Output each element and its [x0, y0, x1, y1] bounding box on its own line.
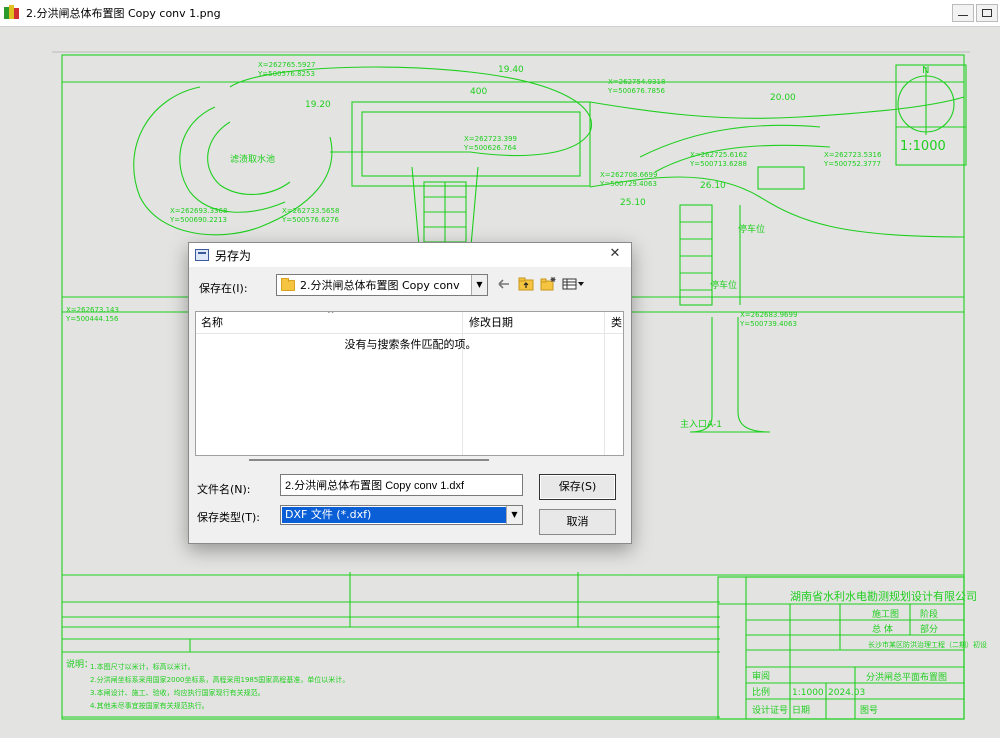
coord-label: Y=500752.3777 [823, 160, 881, 168]
cancel-button[interactable]: 取消 [539, 509, 616, 535]
part-label: 部分 [920, 623, 938, 635]
save-in-value: 2.分洪闸总体布置图 Copy conv [300, 279, 460, 292]
note-line: 4.其他未尽事宜按国家有关规范执行。 [90, 701, 209, 710]
coord-label: X=262693.3368 [170, 207, 227, 215]
app-titlebar: 2.分洪闸总体布置图 Copy conv 1.png [0, 0, 1000, 27]
part-value: 总 体 [872, 623, 893, 635]
coord-label: Y=500676.7856 [607, 87, 665, 95]
notes-heading: 说明： [66, 658, 93, 670]
dialog-titlebar: 另存为 ✕ [189, 243, 631, 267]
stage-value: 施工图 [872, 608, 899, 620]
date-value: 2024.03 [828, 688, 865, 698]
empty-message: 没有与搜索条件匹配的项。 [344, 338, 477, 351]
coord-label: Y=500576.8253 [257, 70, 315, 78]
coord-label: Y=500576.6276 [281, 216, 339, 224]
entrance-label: 主入口A-1 [680, 418, 722, 430]
dim-label: 25.10 [620, 198, 646, 208]
chevron-down-icon[interactable]: ▼ [506, 506, 522, 524]
minimize-icon [958, 15, 968, 16]
filetype-dropdown[interactable]: DXF 文件 (*.dxf) ▼ [280, 505, 523, 525]
dim-label: 26.10 [700, 181, 726, 191]
up-folder-icon[interactable] [518, 276, 534, 292]
save-dialog-icon [195, 249, 209, 261]
note-line: 3.本闸设计、施工、验收，均应执行国家现行有关规范。 [90, 688, 265, 697]
coord-label: X=262723.5316 [824, 151, 882, 159]
drawing-number-label: 图号 [860, 705, 878, 716]
file-list-header: 名称 ^ 修改日期 类 [196, 312, 623, 334]
coord-label: X=262733.5658 [282, 207, 339, 215]
scale-value: 1:1000 [792, 688, 824, 698]
app-icon [4, 5, 20, 21]
filename-input[interactable] [280, 474, 523, 496]
filename-label: 文件名(N): [197, 483, 251, 496]
column-divider [604, 312, 605, 455]
save-button[interactable]: 保存(S) [539, 474, 616, 500]
dialog-toolbar [496, 276, 586, 292]
coord-label: Y=500444.156 [65, 315, 119, 323]
parking-label: 停车位 [738, 223, 765, 235]
minimize-button[interactable] [952, 4, 974, 22]
pool-label: 滤渍取水池 [230, 153, 275, 165]
scale-text: 1:1000 [900, 139, 946, 154]
coord-label: Y=500729.4063 [599, 180, 657, 188]
coord-label: Y=500690.2213 [169, 216, 227, 224]
dim-label: 19.20 [305, 100, 331, 110]
project-name: 长沙市某区防洪治理工程（二期）初设 [868, 640, 987, 649]
app-title: 2.分洪闸总体布置图 Copy conv 1.png [26, 7, 221, 20]
chevron-down-icon[interactable]: ▼ [471, 275, 487, 295]
stage-label: 阶段 [920, 608, 938, 620]
maximize-icon [982, 9, 992, 17]
drawing-title: 分洪闸总平面布置图 [866, 671, 947, 683]
note-line: 2.分洪闸坐标系采用国家2000坐标系，高程采用1985国家高程基准，单位以米计… [90, 675, 349, 684]
sort-up-icon: ^ [327, 311, 335, 320]
column-type[interactable]: 类 [606, 312, 622, 334]
coord-label: X=262683.9699 [740, 311, 797, 319]
filetype-label: 保存类型(T): [197, 511, 261, 524]
north-label: N [922, 65, 929, 76]
save-as-dialog: 另存为 ✕ 保存在(I): 2.分洪闸总体布置图 Copy conv ▼ 名称 … [188, 242, 632, 544]
dialog-title: 另存为 [215, 248, 252, 263]
maximize-button[interactable] [976, 4, 998, 22]
back-arrow-icon[interactable] [496, 276, 512, 292]
design-cert-label: 设计证号 [752, 704, 788, 716]
coord-label: X=262754.9318 [608, 78, 665, 86]
coord-label: X=262765.5927 [258, 61, 315, 69]
scale-label: 比例 [752, 686, 770, 698]
new-folder-icon[interactable] [540, 276, 556, 292]
note-line: 1.本图尺寸以米计，标高以米计。 [90, 662, 195, 671]
review-label: 审阅 [752, 670, 770, 682]
company-name: 湖南省水利水电勘测规划设计有限公司 [790, 589, 977, 603]
close-button[interactable]: ✕ [607, 246, 623, 262]
save-in-dropdown[interactable]: 2.分洪闸总体布置图 Copy conv ▼ [276, 274, 488, 296]
view-menu-icon[interactable] [562, 276, 586, 292]
filetype-value: DXF 文件 (*.dxf) [282, 507, 506, 523]
coord-label: Y=500739.4063 [739, 320, 797, 328]
parking-label-2: 停车位 [710, 279, 737, 291]
column-divider [462, 312, 463, 455]
save-in-label: 保存在(I): [199, 282, 248, 295]
coord-label: X=262708.6699 [600, 171, 657, 179]
dim-label: 20.00 [770, 93, 796, 103]
column-name[interactable]: 名称 [196, 312, 223, 334]
date-label: 日期 [792, 705, 810, 716]
close-icon: ✕ [609, 246, 621, 261]
column-modified[interactable]: 修改日期 [464, 312, 513, 334]
coord-label: X=262723.399 [464, 135, 517, 143]
coord-label: Y=500626.764 [463, 144, 517, 152]
coord-label: X=262725.6162 [690, 151, 747, 159]
file-list[interactable]: 名称 ^ 修改日期 类 没有与搜索条件匹配的项。 [195, 311, 624, 456]
folder-icon [281, 277, 295, 291]
horizontal-scrollbar[interactable] [249, 459, 489, 461]
dim-label: 400 [470, 87, 487, 97]
coord-label: Y=500713.6288 [689, 160, 747, 168]
dim-label: 19.40 [498, 65, 524, 75]
coord-label: X=262673.143 [66, 306, 119, 314]
